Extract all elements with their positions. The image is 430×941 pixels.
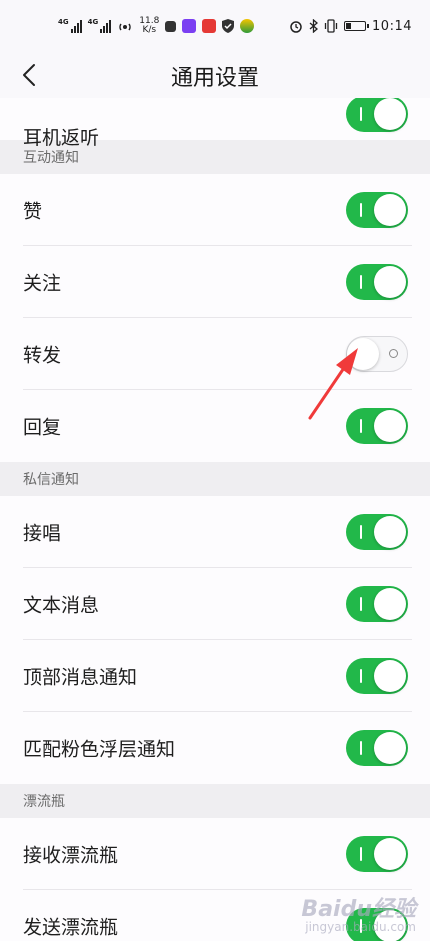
row-label: 接收漂流瓶 <box>23 844 119 867</box>
row-label: 文本消息 <box>23 594 100 617</box>
toggle-switch-repost[interactable] <box>346 336 408 372</box>
watermark-main: Baidu经验 <box>301 897 416 922</box>
status-bar-right: 10:14 <box>289 19 412 34</box>
row-label: 接唱 <box>23 522 62 545</box>
row-label: 发送漂流瓶 <box>23 916 119 939</box>
status-bar: 4G 4G 11.8 K/s 10:14 <box>0 0 430 52</box>
page-title: 通用设置 <box>170 66 259 91</box>
toggle-switch-like[interactable] <box>346 192 408 228</box>
cellular-signal-icon: 4G <box>58 19 82 33</box>
toggle-switch-receive-bottle[interactable] <box>346 836 408 872</box>
toggle-switch-follow[interactable] <box>346 264 408 300</box>
battery-icon <box>344 21 370 31</box>
shield-icon <box>222 19 235 33</box>
app-notification-icon <box>165 20 177 32</box>
row-label: 赞 <box>23 200 43 223</box>
toggle-switch-top-notification[interactable] <box>346 658 408 694</box>
settings-row-duet: 接唱 <box>0 496 430 568</box>
toggle-switch-reply[interactable] <box>346 408 408 444</box>
news-app-icon <box>202 19 217 33</box>
toggle-switch-earback[interactable] <box>346 98 408 132</box>
settings-row-receive-bottle: 接收漂流瓶 <box>0 818 430 890</box>
network-type-label: 4G <box>58 18 69 26</box>
clock-time: 10:14 <box>372 18 412 34</box>
navigation-bar: 通用设置 <box>0 52 430 98</box>
settings-row-reply: 回复 <box>0 390 430 462</box>
row-label: 匹配粉色浮层通知 <box>23 738 176 761</box>
settings-list-inner: 耳机返听 互动通知 赞 关注 转发 回复 私信通知 接唱 文本消息 顶部消息通知… <box>0 98 430 941</box>
row-label: 关注 <box>23 272 62 295</box>
settings-row-like: 赞 <box>0 174 430 246</box>
toggle-switch-text-message[interactable] <box>346 586 408 622</box>
settings-row-follow: 关注 <box>0 246 430 318</box>
watermark-sub: jingyan.baidu.com <box>305 920 416 934</box>
settings-row-repost: 转发 <box>0 318 430 390</box>
wifi-hotspot-icon <box>119 23 131 31</box>
network-type-label-2: 4G <box>87 18 99 26</box>
settings-row-match-overlay: 匹配粉色浮层通知 <box>0 712 430 784</box>
toggle-switch-match-overlay[interactable] <box>346 730 408 766</box>
row-label: 顶部消息通知 <box>23 666 138 689</box>
network-speed-unit: K/s <box>142 25 157 35</box>
toggle-switch-duet[interactable] <box>346 514 408 550</box>
settings-row-text-message: 文本消息 <box>0 568 430 640</box>
video-app-icon <box>182 19 197 33</box>
game-app-icon <box>240 19 255 33</box>
settings-row-earback: 耳机返听 <box>0 98 430 149</box>
status-bar-left: 4G 4G 11.8 K/s <box>58 17 255 35</box>
vibrate-icon <box>324 19 338 33</box>
section-header-private-message: 私信通知 <box>0 462 430 496</box>
bluetooth-icon <box>309 19 319 33</box>
cellular-signal-icon-2: 4G <box>88 19 112 33</box>
section-header-drift-bottle: 漂流瓶 <box>0 784 430 818</box>
alarm-clock-icon <box>290 21 302 33</box>
network-speed: 11.8 K/s <box>139 17 159 35</box>
row-label: 回复 <box>23 416 62 439</box>
row-label: 转发 <box>23 344 62 367</box>
settings-list[interactable]: 耳机返听 互动通知 赞 关注 转发 回复 私信通知 接唱 文本消息 顶部消息通知… <box>0 98 430 941</box>
baidu-watermark: Baidu经验 jingyan.baidu.com <box>301 897 416 934</box>
settings-row-top-notification: 顶部消息通知 <box>0 640 430 712</box>
row-label: 耳机返听 <box>23 127 100 149</box>
